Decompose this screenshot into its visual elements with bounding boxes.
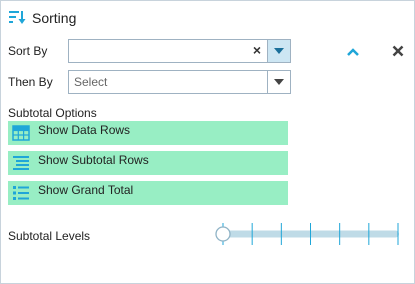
chevron-up-icon bbox=[347, 48, 359, 56]
show-subtotal-rows-option[interactable]: Show Subtotal Rows bbox=[8, 151, 288, 175]
close-icon[interactable]: × bbox=[253, 42, 261, 58]
close-icon bbox=[392, 45, 404, 57]
chevron-down-icon bbox=[274, 48, 284, 54]
show-subtotal-rows-label: Show Subtotal Rows bbox=[38, 153, 149, 167]
subtotal-levels-label: Subtotal Levels bbox=[8, 229, 91, 243]
bullet-list-icon bbox=[8, 181, 34, 205]
show-grand-total-label: Show Grand Total bbox=[38, 183, 134, 197]
then-by-label: Then By bbox=[8, 75, 53, 89]
remove-sort-button[interactable] bbox=[389, 42, 407, 60]
sort-by-label: Sort By bbox=[8, 44, 48, 58]
then-by-select[interactable]: Select bbox=[68, 70, 291, 94]
subtotal-options-heading: Subtotal Options bbox=[8, 106, 97, 120]
sort-icon bbox=[8, 9, 26, 28]
chevron-down-icon bbox=[274, 79, 284, 85]
panel-header: Sorting bbox=[8, 7, 76, 29]
then-by-dropdown-button[interactable] bbox=[267, 71, 290, 93]
panel-title: Sorting bbox=[32, 10, 77, 26]
sort-by-select[interactable]: × bbox=[68, 39, 291, 63]
show-data-rows-label: Show Data Rows bbox=[38, 123, 131, 137]
collapse-button[interactable] bbox=[344, 43, 362, 61]
show-grand-total-option[interactable]: Show Grand Total bbox=[8, 181, 288, 205]
then-by-placeholder: Select bbox=[74, 75, 108, 89]
show-data-rows-option[interactable]: Show Data Rows bbox=[8, 121, 288, 145]
grid-icon bbox=[8, 121, 34, 145]
sort-by-dropdown-button[interactable] bbox=[267, 40, 290, 62]
slider-thumb[interactable] bbox=[215, 226, 231, 242]
list-lines-icon bbox=[8, 151, 34, 175]
subtotal-levels-slider[interactable] bbox=[215, 221, 401, 247]
sorting-panel: Sorting Sort By × Then By Select Subtota… bbox=[0, 0, 415, 284]
